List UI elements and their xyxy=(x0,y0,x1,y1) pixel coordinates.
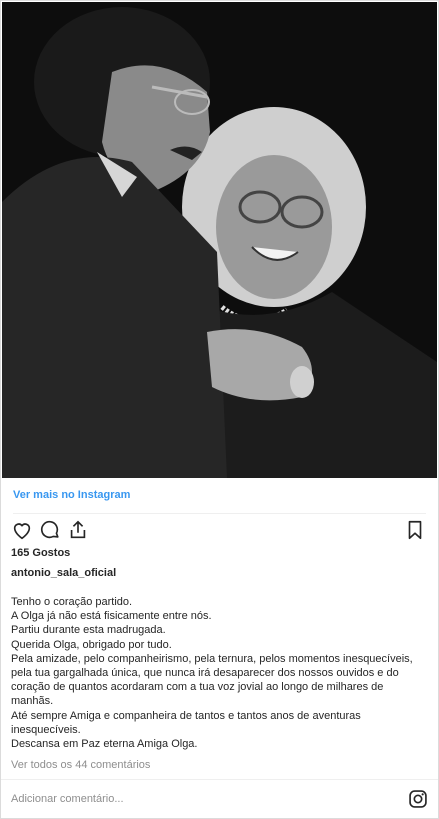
username-link[interactable]: antonio_sala_oficial xyxy=(11,567,116,579)
caption-line: Partiu durante esta madrugada. xyxy=(11,624,166,637)
bookmark-icon[interactable] xyxy=(404,519,426,541)
instagram-embed-card: Ver mais no Instagram 165 Gostos antonio… xyxy=(0,0,439,819)
caption-line: Até sempre Amiga e companheira de tantos… xyxy=(11,709,361,736)
caption-line: Pela amizade, pelo companheirismo, pela … xyxy=(11,652,413,708)
caption-line: Querida Olga, obrigado por tudo. xyxy=(11,638,172,651)
post-caption: Tenho o coração partido. A Olga já não e… xyxy=(11,595,426,751)
action-bar xyxy=(11,519,426,543)
caption-line: A Olga já não está fisicamente entre nós… xyxy=(11,610,212,623)
view-all-comments-link[interactable]: Ver todos os 44 comentários xyxy=(11,759,150,771)
add-comment-input[interactable]: Adicionar comentário... xyxy=(11,793,124,805)
post-photo[interactable] xyxy=(2,2,437,478)
caption-line: Descansa em Paz eterna Amiga Olga. xyxy=(11,738,198,751)
view-more-on-instagram-link[interactable]: Ver mais no Instagram xyxy=(13,489,130,501)
comment-bubble-icon[interactable] xyxy=(39,519,61,541)
black-and-white-photo xyxy=(2,2,437,478)
heart-icon[interactable] xyxy=(11,519,33,541)
divider xyxy=(13,513,426,514)
divider xyxy=(1,779,438,780)
share-icon[interactable] xyxy=(67,519,89,541)
caption-line: Tenho o coração partido. xyxy=(11,596,133,608)
likes-count[interactable]: 165 Gostos xyxy=(11,547,70,559)
instagram-icon[interactable] xyxy=(408,789,428,809)
